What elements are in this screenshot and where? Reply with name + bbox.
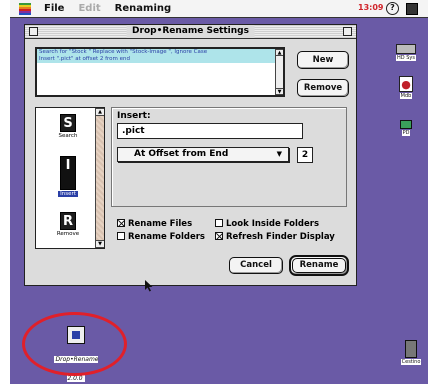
new-button[interactable]: New (297, 51, 349, 69)
rename-folders-checkbox[interactable]: Rename Folders (117, 232, 205, 242)
rename-button[interactable]: Rename (289, 255, 349, 276)
close-box-icon[interactable] (29, 27, 38, 36)
menu-clock[interactable]: 13:09 (358, 3, 383, 12)
menu-bar: File Edit Renaming 13:09 ? (10, 0, 428, 18)
checkbox-label: Rename Files (128, 219, 193, 229)
checkbox-unchecked-icon[interactable] (215, 219, 223, 227)
mdb-logo-icon: ● (399, 76, 413, 92)
position-popup-menu[interactable]: At Offset from End ▼ (117, 147, 289, 162)
pd-volume-icon[interactable]: PD (394, 120, 418, 136)
desktop-icon-label: Mdb (399, 93, 413, 99)
removable-disk-icon (400, 120, 412, 129)
rules-scrollbar[interactable]: ▲ ▼ (275, 49, 283, 95)
checkbox-checked-icon[interactable] (215, 232, 223, 240)
checkbox-checked-icon[interactable] (117, 219, 125, 227)
trash-can-icon (405, 340, 417, 358)
tool-label: Remove (56, 231, 80, 237)
refresh-finder-display-checkbox[interactable]: Refresh Finder Display (215, 232, 335, 242)
zoom-box-icon[interactable] (343, 27, 352, 36)
insert-text-field[interactable]: .pict (117, 123, 303, 139)
checkbox-label: Look Inside Folders (226, 219, 320, 229)
mouse-pointer-icon (145, 280, 153, 292)
help-icon[interactable]: ? (386, 2, 399, 15)
checkbox-label: Refresh Finder Display (226, 232, 335, 242)
desktop-icon-label: Cestino (400, 359, 422, 365)
rules-list[interactable]: Search for "Stock " Replace with "Stock-… (35, 47, 285, 97)
desktop-icon-label: PD (401, 130, 411, 136)
application-menu-icon[interactable] (406, 3, 418, 15)
disk-drive-icon (396, 44, 416, 54)
checkbox-unchecked-icon[interactable] (117, 232, 125, 240)
remove-button[interactable]: Remove (297, 79, 349, 97)
desktop-icon-label: HD Sys (396, 55, 416, 61)
scroll-down-arrow-icon[interactable]: ▼ (96, 240, 104, 248)
tool-insert[interactable]: I Insert (42, 156, 94, 197)
tool-label: Search (58, 133, 78, 139)
cancel-button[interactable]: Cancel (229, 257, 283, 274)
tool-scrollbar[interactable]: ▲ ▼ (95, 108, 104, 248)
position-popup-value: At Offset from End (134, 149, 229, 159)
rename-button-label: Rename (292, 258, 346, 273)
search-tool-icon: S (60, 114, 76, 132)
highlight-circle (22, 312, 127, 376)
scroll-up-arrow-icon[interactable]: ▲ (276, 49, 283, 56)
tool-search[interactable]: S Search (42, 114, 94, 139)
scroll-up-arrow-icon[interactable]: ▲ (96, 108, 104, 116)
checkbox-label: Rename Folders (128, 232, 205, 242)
menu-edit[interactable]: Edit (78, 3, 100, 14)
window-title: Drop•Rename Settings (126, 25, 255, 38)
tool-label: Insert (58, 191, 78, 197)
rule-item[interactable]: Search for "Stock " Replace with "Stock-… (37, 49, 283, 56)
apple-menu-icon[interactable] (18, 2, 32, 15)
scroll-down-arrow-icon[interactable]: ▼ (276, 88, 283, 95)
desktop: File Edit Renaming 13:09 ? Drop•Rename S… (10, 0, 428, 384)
trash-icon[interactable]: Cestino (398, 340, 424, 365)
insert-label: Insert: (117, 111, 151, 121)
menu-file[interactable]: File (44, 3, 64, 14)
insert-tool-icon: I (60, 156, 76, 190)
window-title-bar[interactable]: Drop•Rename Settings (25, 25, 356, 39)
menu-renaming[interactable]: Renaming (115, 3, 171, 14)
mdb-volume-icon[interactable]: ● Mdb (392, 76, 420, 99)
rule-item[interactable]: Insert ".pict" at offset 2 from end (37, 56, 283, 63)
rename-files-checkbox[interactable]: Rename Files (117, 219, 192, 229)
tool-palette: S Search I Insert R Remove ▲ ▼ (35, 107, 105, 249)
popup-arrow-icon: ▼ (276, 150, 282, 158)
settings-window: Drop•Rename Settings Search for "Stock "… (24, 24, 357, 292)
look-inside-folders-checkbox[interactable]: Look Inside Folders (215, 219, 319, 229)
offset-field[interactable]: 2 (297, 147, 313, 163)
hard-disk-icon[interactable]: HD Sys (392, 44, 420, 61)
remove-tool-icon: R (60, 212, 76, 230)
tool-remove[interactable]: R Remove (42, 212, 94, 237)
